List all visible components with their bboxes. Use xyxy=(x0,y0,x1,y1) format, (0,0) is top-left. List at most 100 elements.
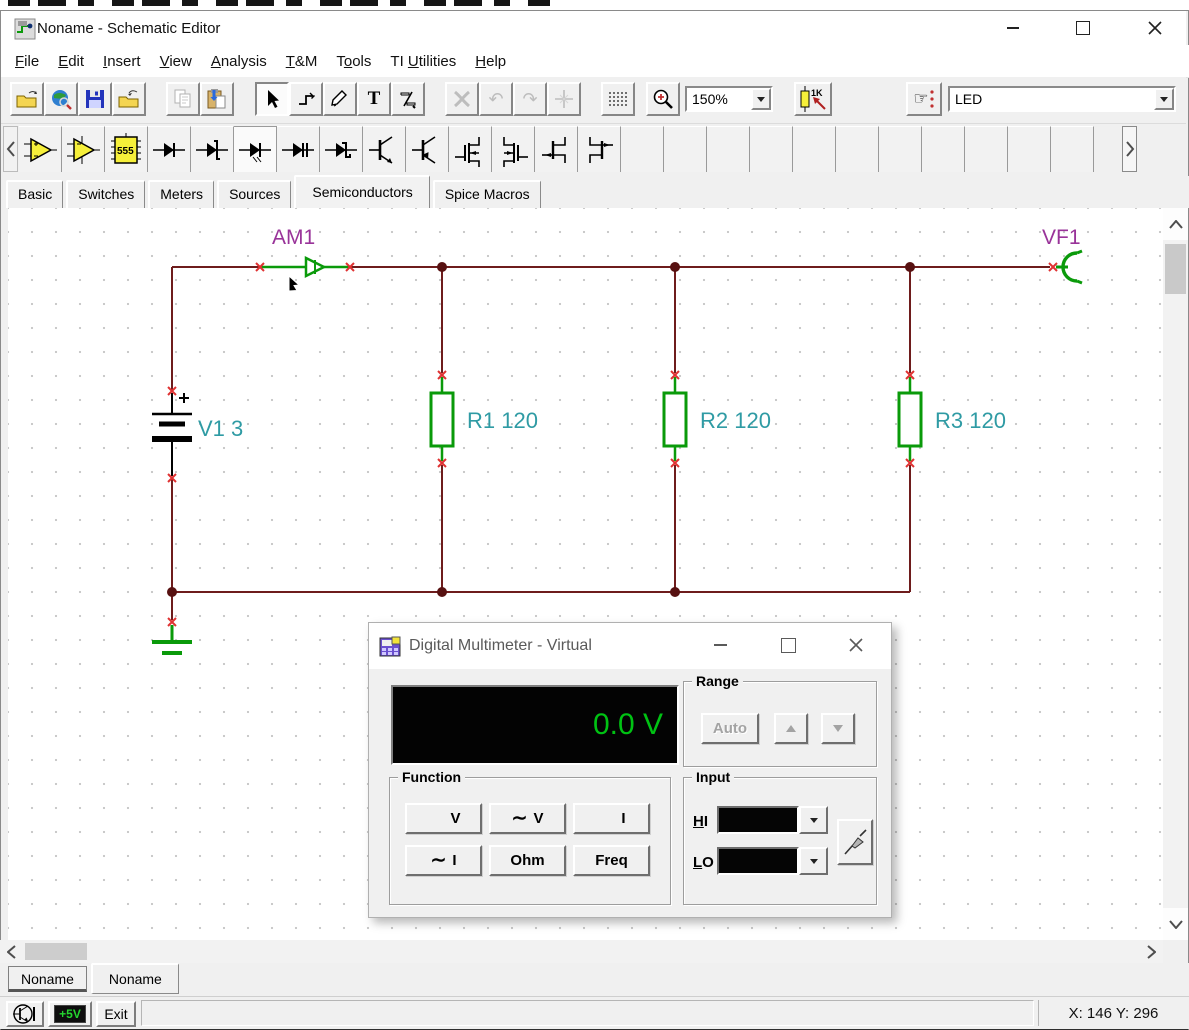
label-v1[interactable]: V1 3 xyxy=(198,416,243,441)
menu-edit[interactable]: Edit xyxy=(58,53,84,70)
ammeter-am1[interactable] xyxy=(256,258,354,276)
component-scroll-right-button[interactable] xyxy=(1122,126,1137,172)
component-search-combobox[interactable]: LED xyxy=(948,86,1176,112)
undo-button[interactable]: ↶ xyxy=(479,82,513,116)
multimeter-minimize-button[interactable] xyxy=(701,629,739,661)
zoom-level-dropdown-button[interactable] xyxy=(751,88,771,110)
grid-toggle-button[interactable] xyxy=(601,82,635,116)
component-search-dropdown-button[interactable] xyxy=(1154,88,1174,110)
resistor-r1[interactable] xyxy=(431,267,453,592)
reopen-button[interactable] xyxy=(112,82,146,116)
horizontal-scrollbar[interactable] xyxy=(0,940,1163,963)
vertical-scrollbar[interactable] xyxy=(1163,208,1188,940)
function-dc-voltage-button[interactable]: V xyxy=(405,803,482,834)
resistor-r2[interactable] xyxy=(664,267,686,592)
probe-button[interactable] xyxy=(837,819,873,865)
multimeter-close-button[interactable] xyxy=(837,629,875,661)
tab-sources[interactable]: Sources xyxy=(217,180,291,208)
component-photodiode-button[interactable] xyxy=(277,126,320,172)
input-lo-field[interactable] xyxy=(717,847,799,875)
close-button[interactable] xyxy=(1132,11,1178,44)
component-555-timer-button[interactable]: 555 xyxy=(105,126,148,172)
range-auto-button[interactable]: Auto xyxy=(701,713,759,744)
ground-symbol[interactable] xyxy=(152,592,192,653)
tab-semiconductors[interactable]: Semiconductors xyxy=(294,175,429,208)
menu-ti-utilities[interactable]: TI Utilities xyxy=(390,53,456,70)
component-value-button[interactable]: 1K xyxy=(794,82,832,116)
component-npn-transistor-button[interactable] xyxy=(363,126,406,172)
pen-tool-button[interactable] xyxy=(323,82,357,116)
input-hi-field[interactable] xyxy=(717,806,799,834)
exit-button[interactable]: Exit xyxy=(96,1001,136,1027)
save-button[interactable] xyxy=(78,82,112,116)
multimeter-maximize-button[interactable] xyxy=(769,629,807,661)
copy-button[interactable] xyxy=(166,82,200,116)
tab-basic[interactable]: Basic xyxy=(6,180,63,208)
flag-tool-button[interactable] xyxy=(391,82,425,116)
component-pmos-button[interactable] xyxy=(492,126,535,172)
menu-help[interactable]: Help xyxy=(475,53,506,70)
open-file-button[interactable] xyxy=(10,82,44,116)
range-down-button[interactable] xyxy=(821,713,855,744)
function-ohm-button[interactable]: Ohm xyxy=(489,845,566,876)
select-tool-button[interactable] xyxy=(255,82,289,116)
function-freq-button[interactable]: Freq xyxy=(573,845,650,876)
paste-button[interactable] xyxy=(200,82,234,116)
component-njfet-button[interactable] xyxy=(535,126,578,172)
component-led-button[interactable] xyxy=(234,126,277,172)
wire-tool-button[interactable] xyxy=(289,82,323,116)
scroll-down-button[interactable] xyxy=(1163,908,1188,940)
label-r1[interactable]: R1 120 xyxy=(467,408,538,433)
page-tab-noname-2[interactable]: Noname xyxy=(91,963,179,994)
open-from-web-button[interactable] xyxy=(44,82,78,116)
scroll-left-button[interactable] xyxy=(0,940,22,963)
text-tool-button[interactable]: T xyxy=(357,82,391,116)
component-pnp-transistor-button[interactable] xyxy=(406,126,449,172)
resistor-r3[interactable] xyxy=(899,267,921,592)
battery-v1[interactable] xyxy=(152,387,192,482)
input-lo-dropdown-button[interactable] xyxy=(799,847,828,875)
multimeter-title-bar[interactable]: Digital Multimeter - Virtual xyxy=(369,623,891,669)
tab-spice-macros[interactable]: Spice Macros xyxy=(433,180,541,208)
tab-switches[interactable]: Switches xyxy=(66,180,145,208)
component-diode-button[interactable] xyxy=(148,126,191,172)
menu-analysis[interactable]: Analysis xyxy=(211,53,267,70)
component-scroll-left-button[interactable] xyxy=(3,126,18,172)
origin-button[interactable] xyxy=(547,82,581,116)
component-pjfet-button[interactable] xyxy=(578,126,621,172)
menu-tools[interactable]: Tools xyxy=(336,53,371,70)
zoom-button[interactable] xyxy=(646,82,680,116)
label-r2[interactable]: R2 120 xyxy=(700,408,771,433)
menu-view[interactable]: View xyxy=(160,53,192,70)
macro-mode-button[interactable] xyxy=(6,1001,44,1027)
input-hi-dropdown-button[interactable] xyxy=(799,806,828,834)
find-component-button[interactable]: ☞ xyxy=(906,82,942,116)
function-ac-voltage-button[interactable]: ∼V xyxy=(489,803,566,834)
function-ac-current-button[interactable]: ∼I xyxy=(405,845,482,876)
maximize-button[interactable] xyxy=(1060,11,1106,44)
label-vf1[interactable]: VF1 xyxy=(1042,226,1081,249)
voltage-pin-vf1[interactable] xyxy=(1049,251,1082,283)
zoom-level-combobox[interactable]: 150% xyxy=(685,86,773,112)
cut-button[interactable] xyxy=(445,82,479,116)
range-up-button[interactable] xyxy=(774,713,808,744)
component-opamp-power-button[interactable] xyxy=(62,126,105,172)
component-nmos-button[interactable] xyxy=(449,126,492,172)
menu-file[interactable]: File xyxy=(15,53,39,70)
horizontal-scroll-thumb[interactable] xyxy=(25,943,87,960)
component-zener-diode-button[interactable] xyxy=(191,126,234,172)
power-5v-button[interactable]: +5V xyxy=(48,1001,92,1027)
tab-meters[interactable]: Meters xyxy=(148,180,214,208)
minimize-button[interactable] xyxy=(990,11,1036,44)
component-opamp-button[interactable] xyxy=(19,126,62,172)
component-schottky-diode-button[interactable] xyxy=(320,126,363,172)
multimeter-dialog[interactable]: Digital Multimeter - Virtual 0.0 V Range… xyxy=(368,622,892,918)
scroll-up-button[interactable] xyxy=(1163,208,1188,240)
menu-tm[interactable]: T&M xyxy=(286,53,318,70)
label-am1[interactable]: AM1 xyxy=(272,226,315,249)
vertical-scroll-thumb[interactable] xyxy=(1165,244,1186,294)
label-r3[interactable]: R3 120 xyxy=(935,408,1006,433)
menu-insert[interactable]: Insert xyxy=(103,53,141,70)
function-dc-current-button[interactable]: I xyxy=(573,803,650,834)
page-tab-noname-1[interactable]: Noname xyxy=(8,966,87,992)
